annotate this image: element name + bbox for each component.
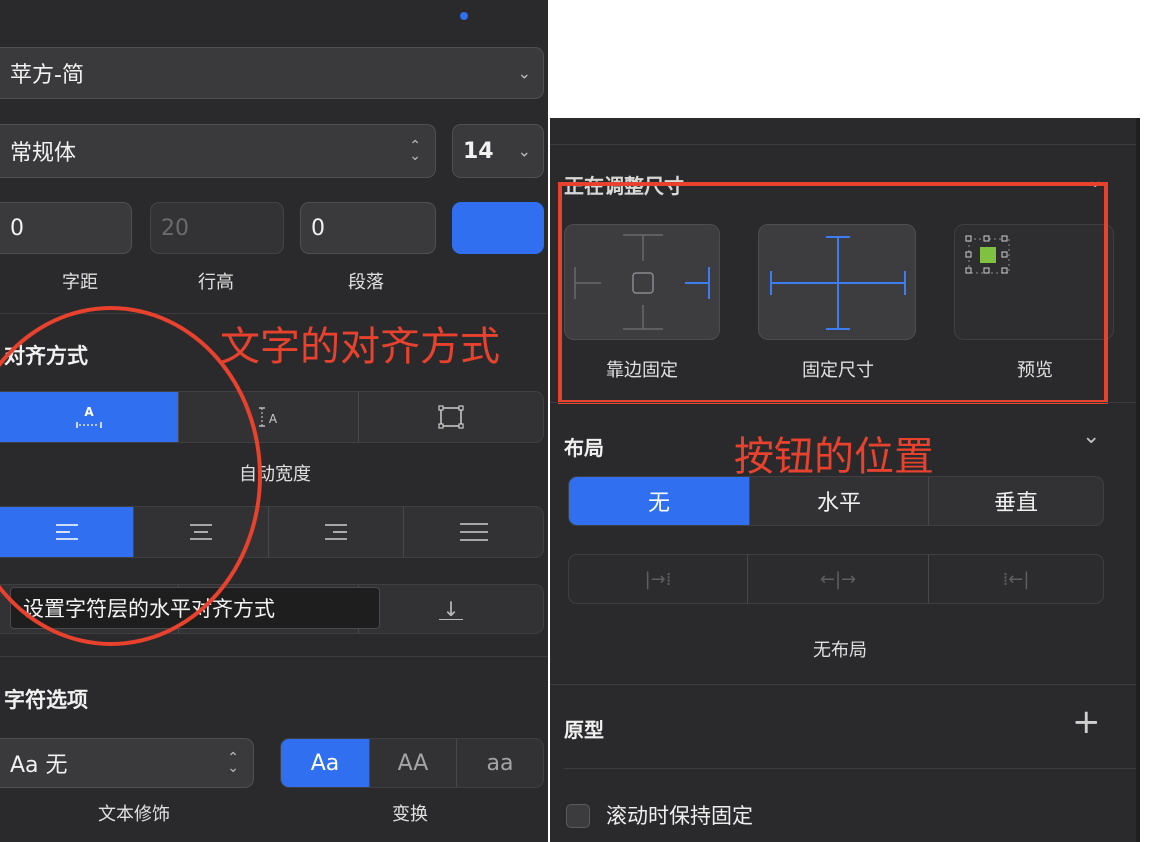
- paragraph-spacing-value: 0: [311, 215, 325, 241]
- layout-vertical-label: 垂直: [993, 491, 1038, 516]
- text-inspector-panel: 苹方-简 ⌄ 常规体 ⌃ ⌄ 14 ⌄ 0 20 0 字距 行高 段落 对齐方式 …: [0, 0, 548, 842]
- annotation-box: [558, 182, 1108, 404]
- layout-status: 无布局: [813, 640, 867, 661]
- chevron-down-icon: ⌄: [517, 63, 531, 83]
- layout-direction-segmented: |→⁞ ←|→ ⁞←|: [568, 554, 1104, 604]
- text-decoration-label: 文本修饰: [98, 804, 170, 825]
- line-height-label: 行高: [198, 272, 234, 293]
- layout-none-option[interactable]: 无: [569, 477, 750, 525]
- divider: [550, 144, 1136, 145]
- chevron-down-icon: ⌄: [517, 141, 531, 161]
- layout-title: 布局: [564, 436, 604, 460]
- keep-fixed-label: 滚动时保持固定: [606, 804, 753, 828]
- text-decoration-value: Aa 无: [10, 753, 68, 778]
- prototype-title: 原型: [564, 718, 604, 742]
- add-icon[interactable]: +: [1072, 702, 1101, 742]
- layout-segmented: 无 水平 垂直: [568, 476, 1104, 526]
- font-style-value: 常规体: [10, 141, 77, 166]
- transform-none-option[interactable]: Aa: [281, 739, 370, 787]
- layout-horizontal-label: 水平: [816, 491, 861, 516]
- text-transform-segmented: Aa AA aa: [280, 738, 544, 788]
- paragraph-spacing-label: 段落: [348, 272, 384, 293]
- font-family-select[interactable]: 苹方-简 ⌄: [0, 47, 544, 99]
- text-color-swatch[interactable]: [452, 202, 544, 254]
- arrow-down-icon: ↓: [438, 599, 464, 620]
- annotation-button-position: 按钮的位置: [734, 434, 934, 480]
- layout-horizontal-option[interactable]: 水平: [750, 477, 929, 525]
- align-right-option[interactable]: [269, 507, 404, 557]
- character-options-title: 字符选项: [4, 688, 88, 712]
- stepper-icon: ⌃ ⌄: [227, 750, 239, 776]
- transform-lowercase-label: aa: [486, 750, 514, 776]
- divider: [550, 684, 1136, 685]
- align-start-icon: |→⁞: [644, 568, 672, 590]
- letter-spacing-input[interactable]: 0: [0, 202, 132, 254]
- transform-uppercase-label: AA: [397, 750, 429, 776]
- align-center-icon: ←|→: [819, 568, 857, 590]
- align-right-icon: [325, 524, 347, 540]
- text-transform-label: 变换: [392, 804, 428, 825]
- line-height-input[interactable]: 20: [150, 202, 284, 254]
- font-family-value: 苹方-简: [10, 63, 84, 88]
- annotation-text-alignment: 文字的对齐方式: [220, 324, 500, 370]
- align-bottom-option[interactable]: ↓: [359, 585, 543, 633]
- layout-start-option[interactable]: |→⁞: [569, 555, 748, 603]
- align-justify-icon: [459, 523, 488, 541]
- font-size-value: 14: [463, 138, 494, 164]
- fixed-size-option[interactable]: [359, 392, 543, 442]
- font-size-select[interactable]: 14 ⌄: [452, 124, 544, 178]
- align-end-icon: ⁞←|: [1002, 568, 1030, 590]
- align-justify-option[interactable]: [404, 507, 543, 557]
- keep-fixed-checkbox[interactable]: [566, 804, 590, 828]
- layout-center-option[interactable]: ←|→: [748, 555, 929, 603]
- layout-end-option[interactable]: ⁞←|: [929, 555, 1103, 603]
- transform-lowercase-option[interactable]: aa: [457, 739, 543, 787]
- text-decoration-select[interactable]: Aa 无 ⌃ ⌄: [0, 738, 254, 788]
- auto-height-icon: A: [258, 407, 277, 427]
- transform-none-label: Aa: [310, 750, 340, 776]
- prototype-inspector-panel: 正在调整尺寸 ⌄ 靠边固定 固定尺寸 预览 布局 ⌄ 按钮的位置 无 水平 垂直…: [550, 118, 1136, 842]
- scroll-indicator: [460, 12, 468, 20]
- letter-spacing-label: 字距: [62, 272, 98, 293]
- window-edge: [1136, 118, 1140, 842]
- stepper-icon: ⌃ ⌄: [409, 138, 421, 164]
- layout-none-label: 无: [647, 491, 670, 516]
- letter-spacing-value: 0: [10, 215, 24, 241]
- chevron-down-icon: ⌄: [1082, 424, 1101, 449]
- font-style-select[interactable]: 常规体 ⌃ ⌄: [0, 124, 436, 178]
- auto-height-glyph: A: [268, 412, 277, 426]
- fixed-size-icon: [438, 405, 464, 429]
- line-height-value: 20: [161, 215, 189, 241]
- divider: [0, 656, 548, 657]
- divider: [564, 768, 1136, 769]
- layout-vertical-option[interactable]: 垂直: [929, 477, 1103, 525]
- divider: [550, 402, 1136, 403]
- transform-uppercase-option[interactable]: AA: [370, 739, 457, 787]
- paragraph-spacing-input[interactable]: 0: [300, 202, 436, 254]
